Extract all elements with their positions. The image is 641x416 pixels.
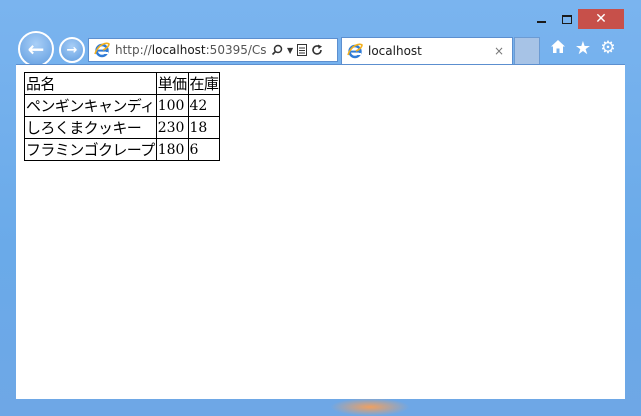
table-row: ペンギンキャンディ 100 42 bbox=[24, 94, 221, 117]
minimize-icon bbox=[536, 21, 546, 23]
tab-close-icon[interactable]: × bbox=[491, 44, 507, 58]
chevron-down-icon[interactable]: ▼ bbox=[287, 46, 293, 55]
desktop-background bbox=[330, 398, 410, 416]
url-rest: :50395/Css bbox=[205, 43, 267, 57]
forward-arrow-icon: → bbox=[66, 42, 78, 58]
home-icon bbox=[550, 39, 566, 58]
url-text[interactable]: http://localhost:50395/Css bbox=[115, 43, 267, 57]
cell-stock: 6 bbox=[187, 138, 221, 161]
cell-unit-price: 100 bbox=[155, 94, 189, 117]
close-window-button[interactable]: ✕ bbox=[578, 9, 624, 29]
tab-title: localhost bbox=[368, 44, 422, 58]
header-product-name: 品名 bbox=[24, 72, 157, 95]
table-row: フラミンゴクレープ 180 6 bbox=[24, 138, 221, 161]
forward-button[interactable]: → bbox=[59, 37, 85, 63]
url-host: localhost bbox=[151, 43, 206, 57]
settings-button[interactable]: ⚙ bbox=[598, 38, 618, 58]
new-tab-button[interactable] bbox=[514, 37, 540, 64]
minimize-button[interactable] bbox=[530, 9, 552, 29]
header-unit-price: 単価 bbox=[155, 72, 189, 95]
home-button[interactable] bbox=[548, 38, 568, 58]
header-stock: 在庫 bbox=[187, 72, 221, 95]
maximize-button[interactable] bbox=[556, 9, 578, 29]
favorites-button[interactable]: ★ bbox=[573, 37, 593, 59]
back-button[interactable]: ← bbox=[18, 31, 54, 67]
cell-unit-price: 180 bbox=[155, 138, 189, 161]
cell-stock: 42 bbox=[187, 94, 221, 117]
tab-favicon-icon bbox=[346, 42, 364, 60]
cell-stock: 18 bbox=[187, 116, 221, 139]
table-header-row: 品名 単価 在庫 bbox=[24, 72, 221, 95]
maximize-icon bbox=[562, 14, 572, 24]
url-prefix: http:// bbox=[115, 43, 152, 57]
cell-product-name: しろくまクッキー bbox=[24, 116, 157, 139]
compatibility-view-icon[interactable] bbox=[297, 44, 308, 56]
star-icon: ★ bbox=[574, 37, 592, 59]
refresh-icon[interactable] bbox=[311, 44, 323, 56]
close-icon: ✕ bbox=[595, 11, 607, 27]
page-content: 品名 単価 在庫 ペンギンキャンディ 100 42 しろくまクッキー 230 1… bbox=[16, 64, 625, 399]
address-bar[interactable]: http://localhost:50395/Css ▼ bbox=[88, 38, 338, 62]
back-arrow-icon: ← bbox=[27, 37, 45, 61]
product-table: 品名 単価 在庫 ペンギンキャンディ 100 42 しろくまクッキー 230 1… bbox=[24, 72, 221, 161]
ie-logo-icon bbox=[93, 41, 111, 59]
search-icon[interactable] bbox=[271, 44, 283, 56]
cell-unit-price: 230 bbox=[155, 116, 189, 139]
cell-product-name: ペンギンキャンディ bbox=[24, 94, 157, 117]
gear-icon: ⚙ bbox=[600, 38, 616, 58]
address-tools: ▼ bbox=[271, 44, 323, 56]
table-row: しろくまクッキー 230 18 bbox=[24, 116, 221, 139]
tab-localhost[interactable]: localhost × bbox=[341, 37, 513, 64]
cell-product-name: フラミンゴクレープ bbox=[24, 138, 157, 161]
